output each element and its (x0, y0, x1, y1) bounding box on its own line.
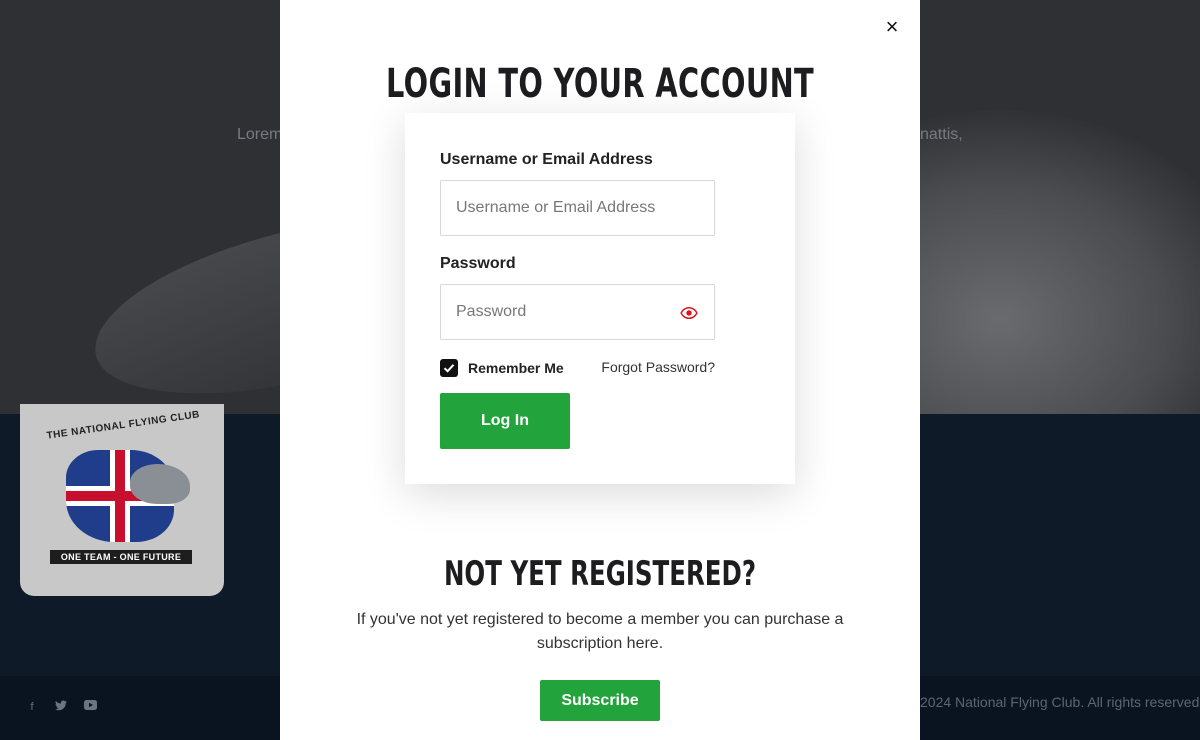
register-title: NOT YET REGISTERED? (443, 554, 757, 594)
forgot-password-link[interactable]: Forgot Password? (601, 359, 715, 375)
logo-arc-text: THE NATIONAL FLYING CLUB (45, 409, 201, 442)
login-button[interactable]: Log In (440, 393, 570, 449)
login-modal: × LOGIN TO YOUR ACCOUNT Username or Emai… (280, 0, 920, 740)
facebook-icon[interactable]: f (25, 700, 39, 714)
check-icon (443, 364, 455, 373)
username-label: Username or Email Address (440, 151, 653, 168)
show-password-eye-icon[interactable] (680, 304, 698, 322)
youtube-icon[interactable] (83, 700, 97, 714)
modal-title: LOGIN TO YOUR ACCOUNT (385, 61, 815, 107)
twitter-icon[interactable] (54, 700, 68, 714)
hero-text-left: Lorem (237, 126, 283, 143)
logo-banner: ONE TEAM - ONE FUTURE (50, 550, 192, 564)
password-label: Password (440, 255, 516, 272)
copyright-text: 2024 National Flying Club. All rights re… (920, 694, 1200, 710)
remember-me-checkbox[interactable] (440, 359, 458, 377)
register-text: If you've not yet registered to become a… (356, 611, 844, 652)
pigeon-icon (130, 464, 190, 504)
close-icon[interactable]: × (882, 16, 902, 38)
club-logo: THE NATIONAL FLYING CLUB ONE TEAM - ONE … (20, 404, 224, 596)
password-input[interactable] (441, 285, 714, 339)
remember-me-label: Remember Me (468, 360, 564, 376)
login-form: Username or Email Address Password Remem… (405, 113, 795, 484)
subscribe-button[interactable]: Subscribe (540, 680, 660, 721)
username-field-box (440, 180, 715, 236)
hero-text-right: nattis, (920, 126, 963, 143)
remember-me: Remember Me (440, 359, 564, 377)
username-input[interactable] (441, 181, 714, 235)
password-field-box (440, 284, 715, 340)
